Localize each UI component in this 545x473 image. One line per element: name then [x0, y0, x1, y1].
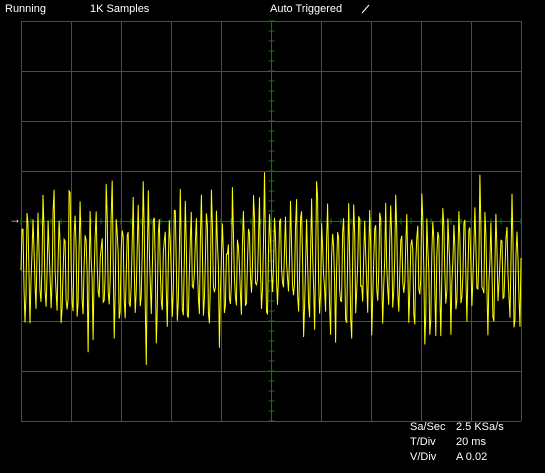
volt-div-readout: V/Div A 0.02: [410, 450, 487, 465]
sample-rate-readout: Sa/Sec 2.5 KSa/s: [410, 420, 504, 435]
channel-ground-arrow-icon: →: [9, 212, 21, 226]
time-div-value: 20 ms: [456, 436, 486, 448]
oscilloscope-display: [20, 20, 522, 422]
sample-count-label: 1K Samples: [90, 3, 150, 15]
trigger-mode-label: Auto Triggered: [270, 3, 343, 15]
run-state-label: Running: [5, 3, 46, 15]
sample-rate-label: Sa/Sec: [410, 421, 446, 433]
volt-div-value: A 0.02: [456, 451, 488, 463]
rising-slope-icon: [360, 0, 372, 24]
sample-rate-value: 2.5 KSa/s: [456, 421, 504, 433]
volt-div-label: V/Div: [410, 451, 437, 463]
time-div-label: T/Div: [410, 436, 436, 448]
time-div-readout: T/Div 20 ms: [410, 435, 486, 450]
